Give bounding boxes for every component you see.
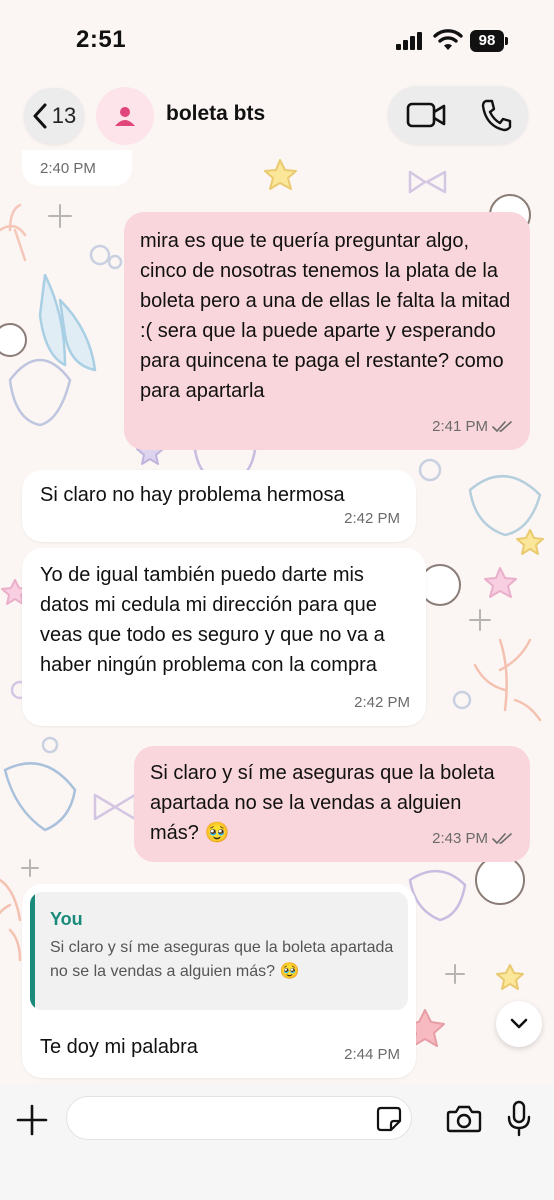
read-receipt-icon	[492, 421, 512, 432]
cellular-signal-icon	[396, 32, 426, 50]
bow-doodle	[93, 793, 137, 821]
message-time: 2:44 PM	[344, 1046, 400, 1063]
quoted-author: You	[50, 909, 83, 929]
bubble-doodle	[89, 244, 111, 266]
status-bar: 2:51 98	[0, 0, 554, 82]
status-time: 2:51	[76, 26, 127, 53]
avatar[interactable]	[96, 87, 154, 145]
message-meta: 2:44 PM	[344, 1040, 400, 1070]
bubble-doodle	[452, 690, 472, 710]
outgoing-message[interactable]: Si claro y sí me aseguras que la boleta …	[134, 746, 530, 862]
shell-doodle	[8, 358, 72, 427]
quote-accent-bar	[30, 892, 35, 1010]
message-text: Yo de igual también puedo darte mis dato…	[40, 564, 385, 676]
message-time: 2:42 PM	[354, 694, 410, 711]
bow-doodle	[408, 170, 447, 194]
call-controls	[388, 86, 528, 144]
chat-header: 13 boleta bts	[0, 82, 554, 160]
plus-icon[interactable]	[14, 1102, 50, 1138]
message-text: mira es que te quería preguntar algo, ci…	[140, 230, 511, 402]
quoted-message[interactable]: You Si claro y sí me aseguras que la bol…	[30, 892, 408, 1010]
message-composer	[0, 1084, 554, 1200]
phone-call-icon[interactable]	[480, 98, 512, 132]
incoming-message[interactable]: Si claro no hay problema hermosa 2:42 PM	[22, 470, 416, 542]
message-meta: 2:43 PM	[432, 824, 514, 854]
chevron-down-icon	[510, 1018, 528, 1029]
cow-doodle	[419, 564, 461, 606]
sparkle-doodle	[48, 204, 72, 228]
bubble-doodle	[418, 458, 442, 482]
message-meta: 2:41 PM	[432, 412, 514, 442]
message-input[interactable]	[66, 1096, 412, 1140]
battery-indicator: 98	[470, 30, 508, 52]
sparkle-doodle	[21, 859, 39, 877]
coral-doodle	[0, 878, 22, 962]
scroll-to-bottom-button[interactable]	[496, 1001, 542, 1047]
chat-title[interactable]: boleta bts	[166, 102, 265, 126]
star-doodle	[516, 529, 544, 555]
shell-doodle	[468, 475, 542, 537]
quoted-text: Si claro y sí me aseguras que la boleta …	[50, 939, 394, 980]
panda-doodle	[475, 855, 525, 905]
outgoing-message[interactable]: mira es que te quería preguntar algo, ci…	[124, 212, 530, 450]
shell-doodle	[3, 762, 77, 832]
back-button[interactable]: 13	[24, 88, 84, 144]
message-time: 2:42 PM	[344, 510, 400, 527]
message-time: 2:41 PM	[432, 418, 488, 435]
incoming-reply-message[interactable]: You Si claro y sí me aseguras que la bol…	[22, 884, 416, 1078]
shell-doodle	[408, 869, 467, 922]
star-doodle	[496, 964, 524, 990]
wifi-icon	[433, 29, 463, 50]
unread-count: 13	[51, 103, 77, 128]
message-time: 2:40 PM	[40, 160, 96, 177]
cow-doodle	[0, 323, 27, 357]
back-chevron-icon	[33, 103, 47, 129]
message-time: 2:43 PM	[432, 830, 488, 847]
incoming-message[interactable]: Yo de igual también puedo darte mis dato…	[22, 548, 426, 726]
video-call-icon[interactable]	[406, 100, 446, 130]
message-meta: 2:42 PM	[354, 688, 410, 718]
contact-avatar-icon	[115, 107, 135, 126]
camera-icon[interactable]	[446, 1104, 482, 1134]
message-meta: 2:42 PM	[344, 504, 400, 534]
microphone-icon[interactable]	[506, 1100, 532, 1138]
star-doodle	[484, 567, 517, 598]
sparkle-doodle	[445, 964, 465, 984]
coral-doodle	[473, 638, 542, 722]
sticker-icon[interactable]	[376, 1106, 402, 1132]
star-doodle	[264, 159, 297, 190]
leaf-doodle	[38, 273, 67, 367]
message-text: Te doy mi palabra	[40, 1036, 198, 1058]
sparkle-doodle	[469, 609, 491, 631]
read-receipt-icon	[492, 833, 512, 844]
bubble-doodle	[107, 254, 123, 270]
coral-doodle	[0, 203, 27, 262]
bubble-doodle	[41, 736, 59, 754]
